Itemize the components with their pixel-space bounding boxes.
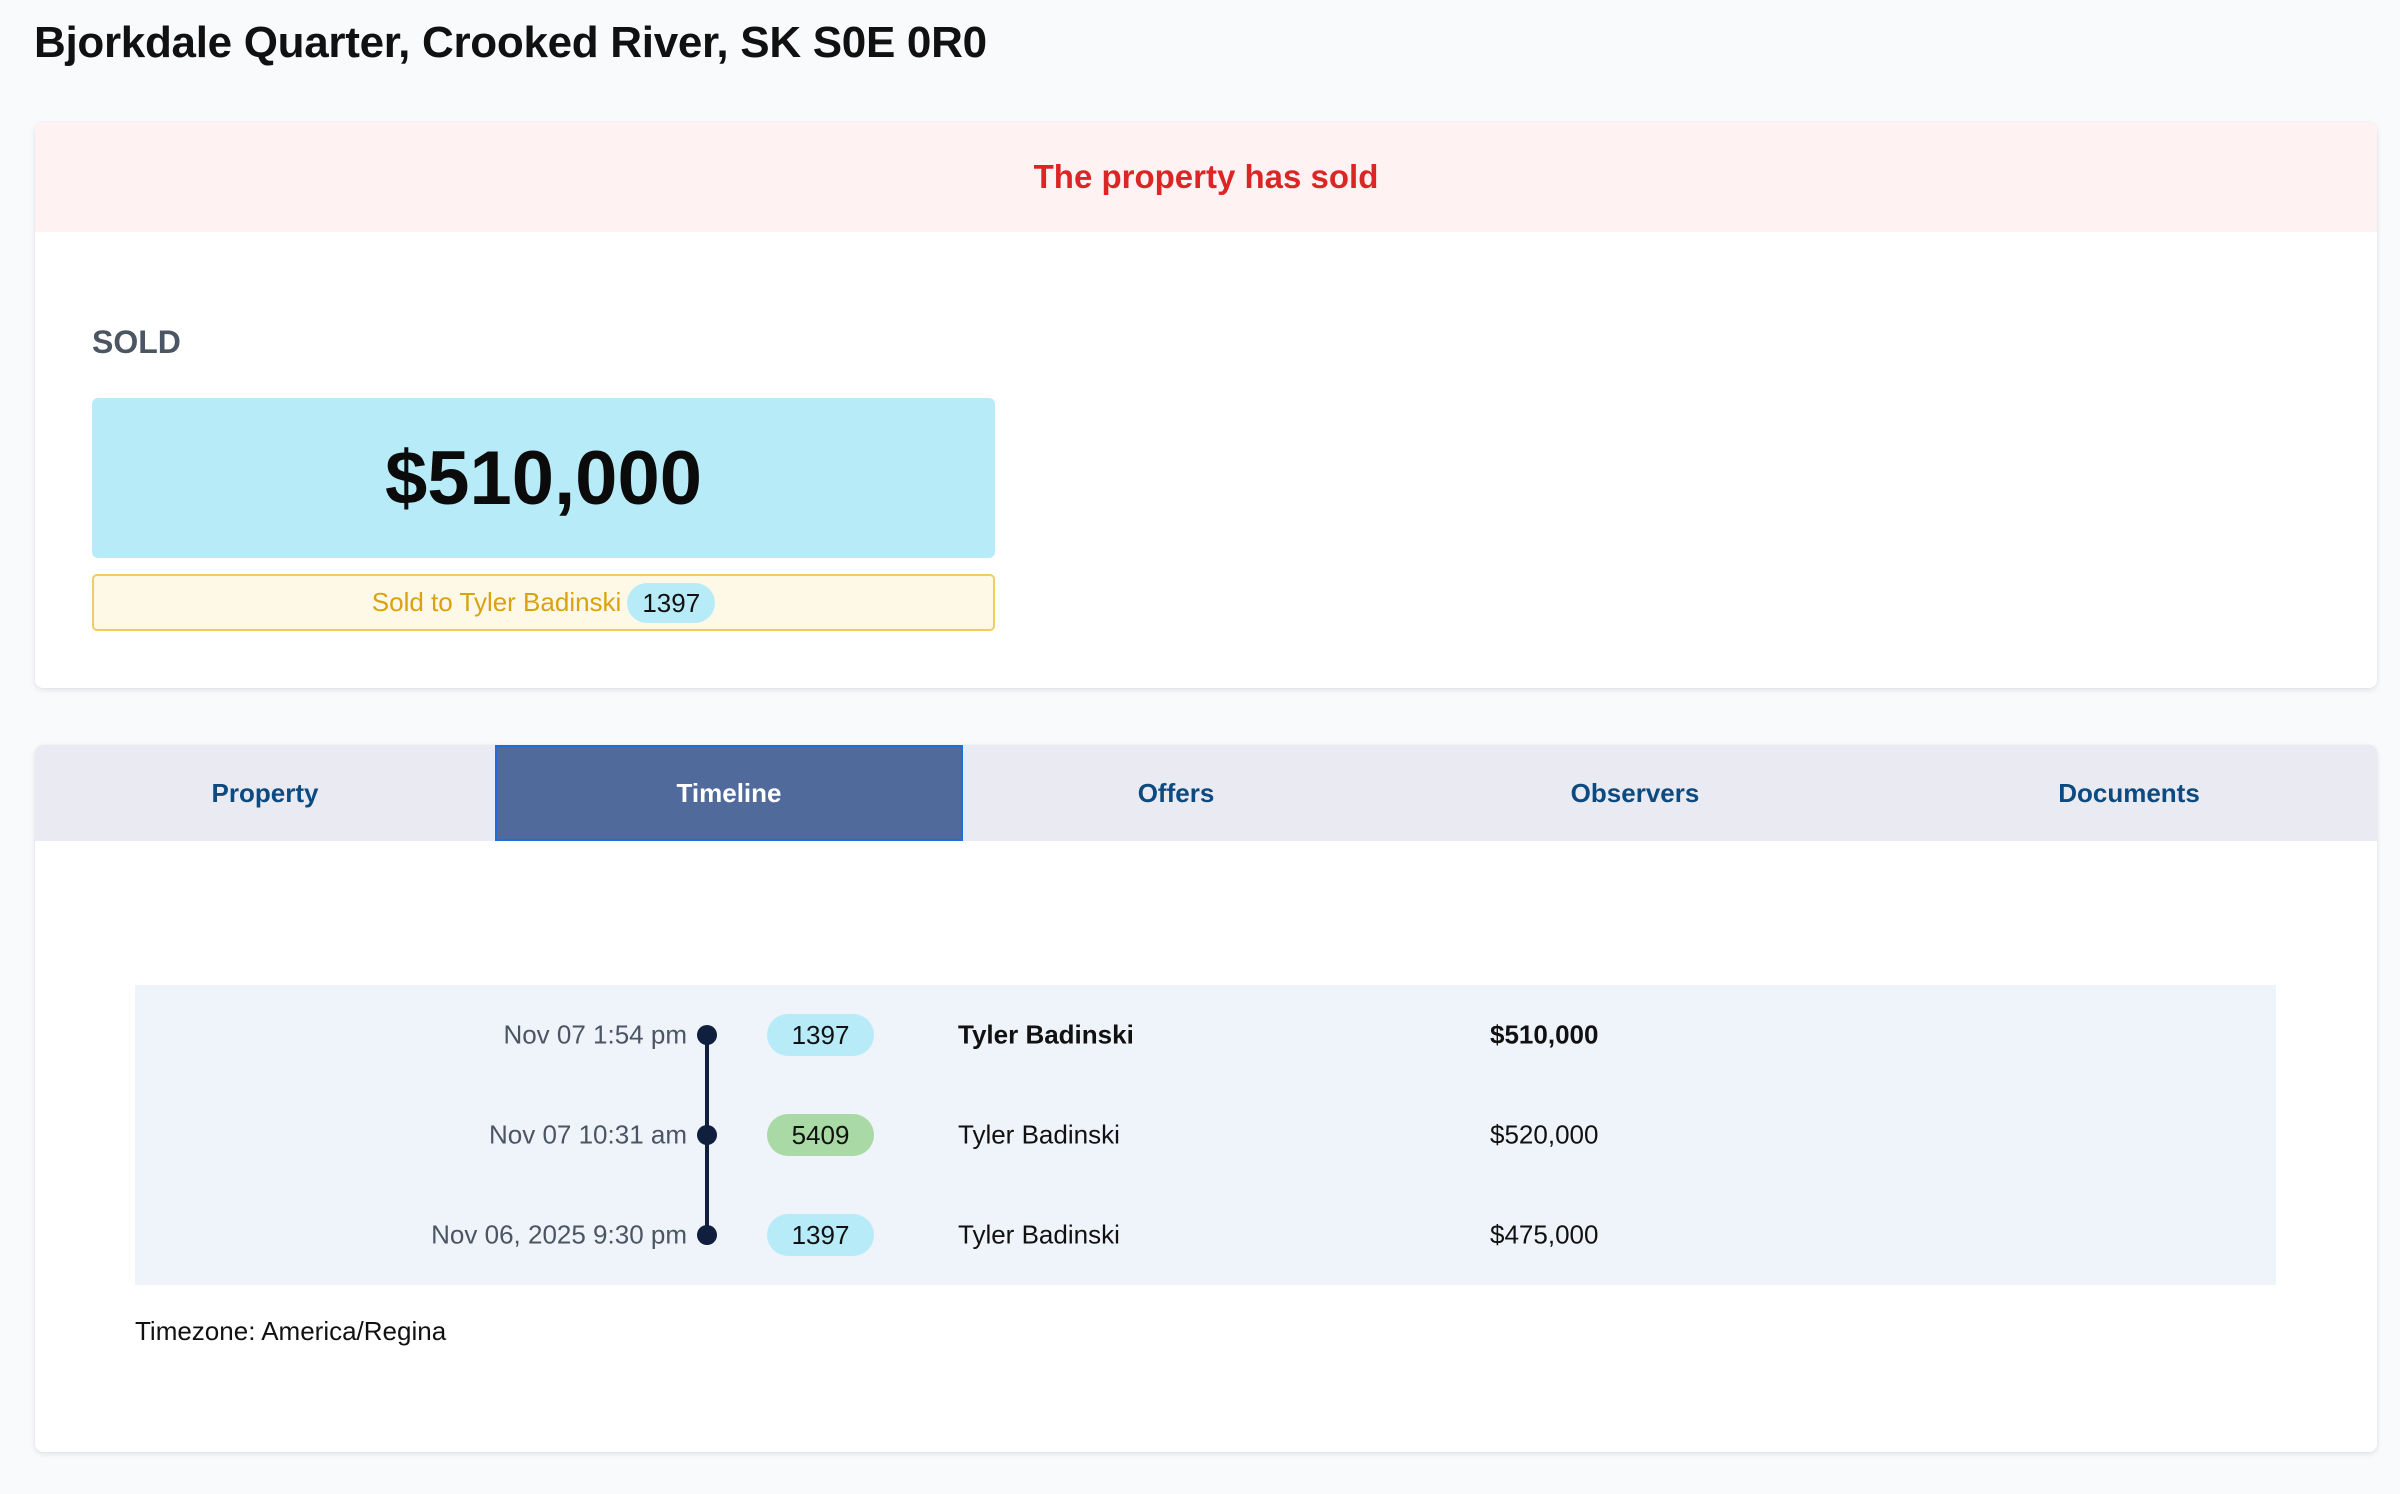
tab-offers[interactable]: Offers — [963, 745, 1389, 841]
sold-alert-banner: The property has sold — [35, 122, 2377, 232]
timeline-amount: $520,000 — [1490, 1119, 1599, 1150]
final-price-box: $510,000 — [92, 398, 995, 558]
timeline-dot-icon — [697, 1225, 717, 1245]
timeline-bidder-badge: 1397 — [767, 1214, 874, 1256]
timeline-dot-icon — [697, 1125, 717, 1145]
timeline-bidder-name: Tyler Badinski — [958, 1219, 1120, 1250]
tab-timeline[interactable]: Timeline — [495, 745, 963, 841]
sold-alert-text: The property has sold — [1033, 158, 1379, 195]
timeline-dot-icon — [697, 1025, 717, 1045]
final-price: $510,000 — [385, 435, 702, 521]
tab-bar: Property Timeline Offers Observers Docum… — [35, 745, 2377, 841]
page-title: Bjorkdale Quarter, Crooked River, SK S0E… — [34, 18, 987, 67]
timeline-time: Nov 07 10:31 am — [488, 1119, 687, 1150]
timeline-amount: $510,000 — [1490, 1019, 1599, 1050]
timeline-amount: $475,000 — [1490, 1219, 1599, 1250]
tab-property[interactable]: Property — [35, 745, 495, 841]
tab-observers[interactable]: Observers — [1389, 745, 1881, 841]
timeline-row: Nov 06, 2025 9:30 pm 1397 Tyler Badinski… — [135, 1210, 2276, 1260]
buyer-bidder-badge: 1397 — [627, 582, 716, 623]
timeline-bidder-name: Tyler Badinski — [958, 1119, 1120, 1150]
timeline-bidder-badge: 5409 — [767, 1114, 874, 1156]
timeline-time: Nov 06, 2025 9:30 pm — [431, 1219, 687, 1250]
sale-status-label: SOLD — [92, 324, 181, 360]
timeline-bidder-name: Tyler Badinski — [958, 1019, 1134, 1050]
sale-status-card: The property has sold SOLD $510,000 Sold… — [35, 122, 2377, 688]
details-card: Property Timeline Offers Observers Docum… — [35, 745, 2377, 1452]
sold-to-text: Sold to Tyler Badinski — [371, 587, 622, 617]
timeline-panel: Nov 07 1:54 pm 1397 Tyler Badinski $510,… — [135, 985, 2276, 1285]
timeline-row: Nov 07 1:54 pm 1397 Tyler Badinski $510,… — [135, 1010, 2276, 1060]
timezone-note: Timezone: America/Regina — [135, 1316, 447, 1346]
timeline-row: Nov 07 10:31 am 5409 Tyler Badinski $520… — [135, 1110, 2276, 1160]
timeline-bidder-badge: 1397 — [767, 1014, 874, 1056]
tab-documents[interactable]: Documents — [1881, 745, 2377, 841]
sold-to-box: Sold to Tyler Badinski 1397 — [92, 574, 995, 631]
timeline-time: Nov 07 1:54 pm — [503, 1019, 687, 1050]
